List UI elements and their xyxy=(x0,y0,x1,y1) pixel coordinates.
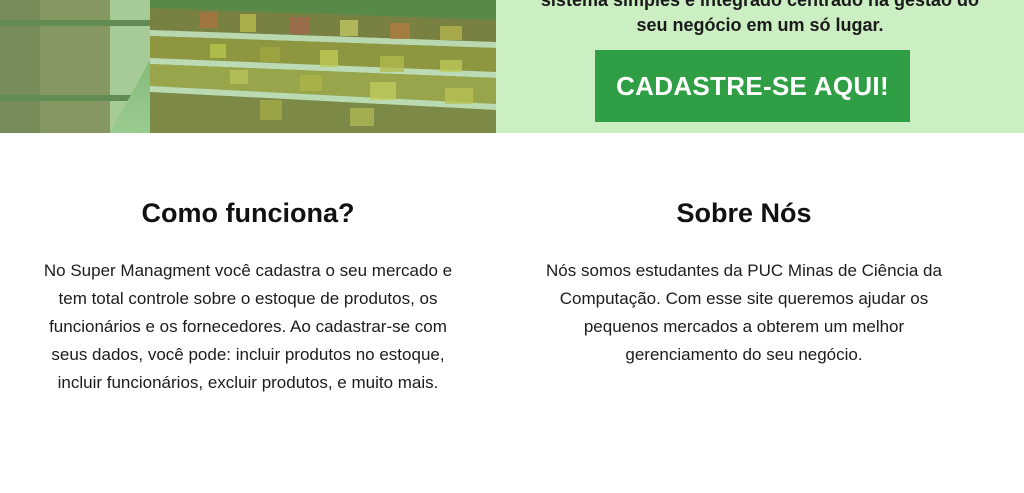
hero-banner: sistema simples e integrado centrado na … xyxy=(0,0,1024,133)
how-it-works-text: No Super Managment você cadastra o seu m… xyxy=(43,261,453,392)
info-section: Como funciona? No Super Managment você c… xyxy=(0,133,1024,493)
about-us-title: Sobre Nós xyxy=(676,198,812,228)
about-us-text: Nós somos estudantes da PUC Minas de Ciê… xyxy=(546,261,942,364)
hero-tagline-line2: seu negócio em um só lugar. xyxy=(636,15,884,35)
shelves-illustration xyxy=(0,0,496,133)
how-it-works-title: Como funciona? xyxy=(141,198,355,228)
landing-page: sistema simples e integrado centrado na … xyxy=(0,0,1024,493)
signup-button[interactable]: CADASTRE-SE AQUI! xyxy=(595,50,910,122)
hero-cta-panel: sistema simples e integrado centrado na … xyxy=(496,0,1024,133)
supermarket-shelves-image xyxy=(0,0,496,133)
